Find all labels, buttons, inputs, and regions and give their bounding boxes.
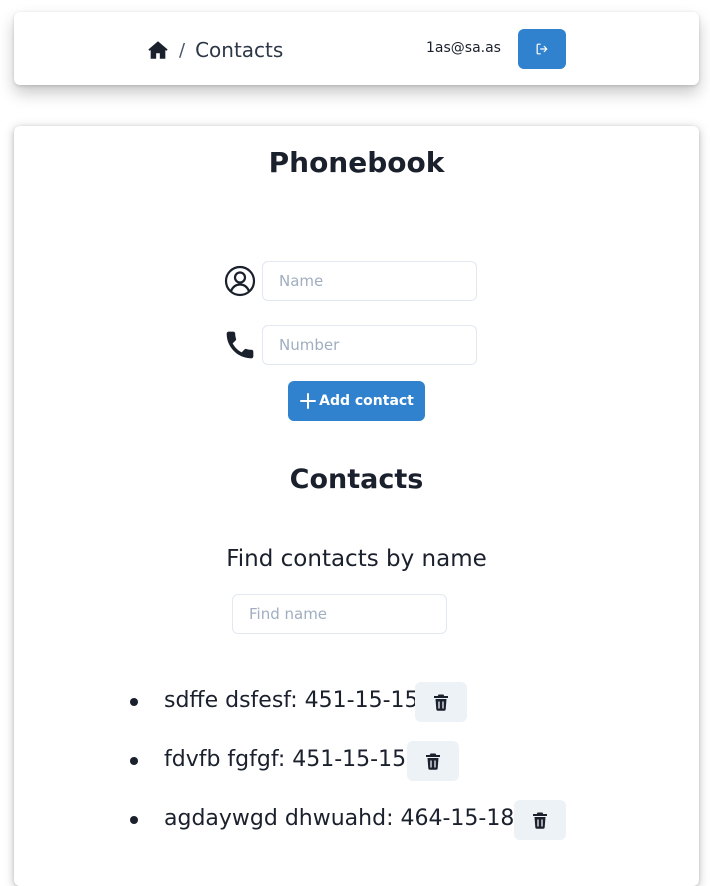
contact-text: agdaywgd dhwuahd: 464-15-18 (164, 806, 515, 831)
list-bullet (130, 698, 138, 706)
home-icon[interactable] (147, 39, 169, 61)
logout-icon (536, 43, 548, 55)
list-bullet (130, 816, 138, 824)
breadcrumb: / Contacts (147, 36, 283, 64)
user-circle-icon (222, 263, 258, 299)
contact-text: fdvfb fgfgf: 451-15-15 (164, 747, 407, 772)
trash-icon (533, 812, 547, 829)
filter-label: Find contacts by name (226, 546, 487, 572)
delete-contact-button[interactable] (514, 800, 566, 840)
phone-icon (222, 327, 258, 363)
name-field-row (222, 261, 477, 301)
breadcrumb-separator: / (179, 39, 186, 61)
trash-icon (434, 694, 448, 711)
contacts-title: Contacts (289, 464, 424, 495)
number-field-row (222, 325, 477, 365)
delete-contact-button[interactable] (415, 682, 467, 722)
number-input[interactable] (262, 325, 477, 365)
name-input[interactable] (262, 261, 477, 301)
breadcrumb-current: Contacts (195, 38, 284, 62)
delete-contact-button[interactable] (407, 741, 459, 781)
filter-input[interactable] (232, 594, 447, 634)
user-email: 1as@sa.as (426, 40, 501, 56)
plus-icon (300, 393, 317, 409)
trash-icon (426, 753, 440, 770)
add-contact-label: Add contact (319, 393, 414, 409)
list-bullet (130, 757, 138, 765)
phonebook-card: Phonebook Add contact Contacts Find cont… (14, 126, 699, 886)
contact-text: sdffe dsfesf: 451-15-15 (164, 688, 419, 713)
add-contact-button[interactable]: Add contact (288, 381, 425, 421)
logout-button[interactable] (518, 29, 566, 69)
app-header: / Contacts 1as@sa.as (14, 12, 699, 85)
page-title: Phonebook (268, 146, 445, 179)
home-link[interactable] (147, 39, 169, 61)
